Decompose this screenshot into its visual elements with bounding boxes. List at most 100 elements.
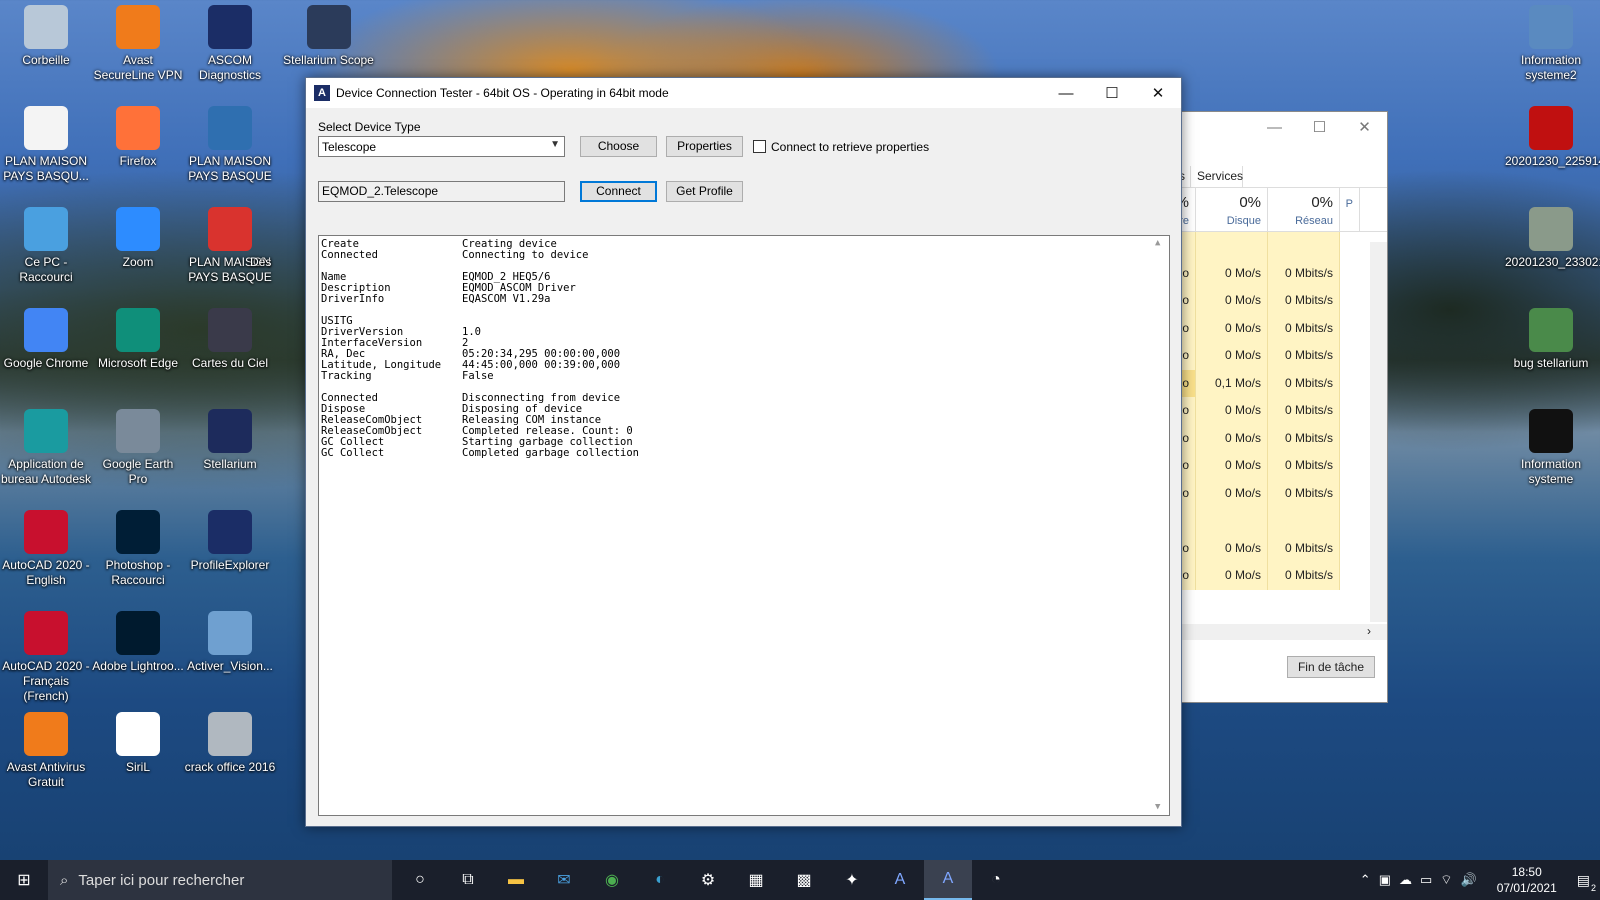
- log-line: InterfaceVersion 2: [321, 338, 1167, 349]
- close-button[interactable]: ✕: [1135, 78, 1181, 108]
- desktop-icon[interactable]: Information systeme: [1505, 409, 1597, 487]
- table-row[interactable]: 0,0 Mo0 Mo/s0 Mbits/s: [1151, 314, 1387, 342]
- wifi-icon[interactable]: ⌔: [1440, 872, 1452, 888]
- log-scrollbar[interactable]: ▲ ▼: [1152, 236, 1169, 815]
- desktop-icon[interactable]: Microsoft Edge: [92, 308, 184, 371]
- taskbar-app-button[interactable]: ⧉: [444, 860, 492, 900]
- table-row[interactable]: 6,5 Mo0 Mo/s0 Mbits/s: [1151, 287, 1387, 315]
- connect-retrieve-checkbox[interactable]: [753, 140, 766, 153]
- device-type-select[interactable]: Telescope ▼: [318, 136, 565, 157]
- maximize-button[interactable]: ☐: [1089, 78, 1135, 108]
- get-profile-button[interactable]: Get Profile: [666, 181, 743, 202]
- desktop-icon[interactable]: Avast Antivirus Gratuit: [0, 712, 92, 790]
- table-row[interactable]: 4,3 Mo0 Mo/s0 Mbits/s: [1151, 397, 1387, 425]
- desktop-icon[interactable]: Adobe Lightroo...: [92, 611, 184, 674]
- clock[interactable]: 18:50 07/01/2021: [1497, 864, 1557, 896]
- chevron-right-icon[interactable]: ›: [1367, 624, 1371, 638]
- taskbar-app-button[interactable]: ○: [396, 860, 444, 900]
- table-row[interactable]: 1,0 Mo0 Mo/s0 Mbits/s: [1151, 259, 1387, 287]
- properties-button[interactable]: Properties: [666, 136, 743, 157]
- choose-button[interactable]: Choose: [580, 136, 657, 157]
- taskbar-app-button[interactable]: ⚙: [684, 860, 732, 900]
- chevron-down-icon[interactable]: ▼: [1155, 802, 1160, 813]
- desktop-icon[interactable]: Firefox: [92, 106, 184, 169]
- driver-id-field[interactable]: EQMOD_2.Telescope: [318, 181, 565, 202]
- desktop-icon[interactable]: Avast SecureLine VPN: [92, 5, 184, 83]
- close-icon[interactable]: ✕: [1342, 118, 1387, 136]
- desktop-icon[interactable]: SiriL: [92, 712, 184, 775]
- table-row[interactable]: 9,4 Mo0 Mo/s0 Mbits/s: [1151, 342, 1387, 370]
- table-row[interactable]: [1151, 232, 1387, 260]
- table-row[interactable]: 7,2 Mo0 Mo/s0 Mbits/s: [1151, 424, 1387, 452]
- desktop-icon[interactable]: crack office 2016: [184, 712, 276, 775]
- onedrive-icon[interactable]: ☁: [1399, 872, 1412, 888]
- chevron-up-icon[interactable]: ⌃: [1360, 872, 1371, 888]
- meet-now-icon[interactable]: ▣: [1379, 872, 1391, 888]
- desktop-icon[interactable]: bug stellarium: [1505, 308, 1597, 371]
- taskbar-app-button[interactable]: A: [876, 860, 924, 900]
- table-row[interactable]: 1,3 Mo0,1 Mo/s0 Mbits/s: [1151, 369, 1387, 397]
- table-cell-net: [1268, 507, 1340, 535]
- log-gap: [321, 261, 1167, 272]
- minimize-button[interactable]: —: [1043, 78, 1089, 108]
- taskbar-search[interactable]: ⌕ Taper ici pour rechercher: [48, 860, 392, 900]
- maximize-icon[interactable]: ☐: [1297, 118, 1342, 136]
- desktop-icon[interactable]: Information systeme2: [1505, 5, 1597, 83]
- desktop-icon[interactable]: Dés: [250, 207, 300, 270]
- desktop-icon[interactable]: Photoshop - Raccourci: [92, 510, 184, 588]
- desktop-icon-label: bug stellarium: [1513, 356, 1589, 370]
- horizontal-scrollbar[interactable]: ›: [1151, 624, 1387, 640]
- taskbar-app-button[interactable]: ▦: [732, 860, 780, 900]
- table-row[interactable]: 0 Mo0 Mo/s0 Mbits/s: [1151, 452, 1387, 480]
- column-name: Réseau: [1295, 215, 1333, 227]
- table-row[interactable]: 0,1 Mo0 Mo/s0 Mbits/s: [1151, 562, 1387, 590]
- log-output[interactable]: Create Creating device Connected Connecting…: [318, 235, 1170, 816]
- chevron-up-icon[interactable]: ▲: [1155, 238, 1160, 249]
- battery-icon[interactable]: ▭: [1420, 872, 1432, 888]
- desktop-icon[interactable]: Cartes du Ciel: [184, 308, 276, 371]
- desktop-icon[interactable]: AutoCAD 2020 - Français (French): [0, 611, 92, 704]
- desktop-icon[interactable]: Stellarium Scope: [276, 5, 381, 68]
- taskbar-app-button[interactable]: ◔: [972, 860, 1020, 900]
- vertical-scrollbar[interactable]: [1370, 242, 1387, 622]
- table-row[interactable]: 7,6 Mo0 Mo/s0 Mbits/s: [1151, 534, 1387, 562]
- desktop-icon[interactable]: 20201230_225914: [1505, 106, 1600, 169]
- desktop-icon[interactable]: Zoom: [92, 207, 184, 270]
- desktop-icon[interactable]: ProfileExplorer: [184, 510, 276, 573]
- taskbar-app-button[interactable]: A: [924, 860, 972, 900]
- column-header[interactable]: 0% Réseau: [1268, 188, 1340, 231]
- volume-icon[interactable]: 🔊: [1461, 872, 1477, 888]
- table-row[interactable]: 7,1 Mo0 Mo/s0 Mbits/s: [1151, 479, 1387, 507]
- desktop-icon[interactable]: 20201230_233021: [1505, 207, 1600, 270]
- desktop-icon[interactable]: Google Earth Pro: [92, 409, 184, 487]
- desktop-icon[interactable]: ASCOM Diagnostics: [184, 5, 276, 83]
- desktop-icon[interactable]: Activer_Vision...: [184, 611, 276, 674]
- desktop-icon[interactable]: Google Chrome: [0, 308, 92, 371]
- desktop-icon[interactable]: PLAN MAISON PAYS BASQUE: [184, 106, 276, 184]
- close-icon: ✕: [1151, 85, 1165, 102]
- start-button[interactable]: ⊞: [0, 860, 48, 900]
- connect-button[interactable]: Connect: [580, 181, 657, 202]
- taskbar-app-button[interactable]: ◐: [636, 860, 684, 900]
- tab-services[interactable]: Services: [1191, 166, 1243, 187]
- table-row[interactable]: [1151, 507, 1387, 535]
- minimize-icon[interactable]: —: [1252, 119, 1297, 136]
- taskbar-app-button[interactable]: ▬: [492, 860, 540, 900]
- column-header[interactable]: 0% Disque: [1196, 188, 1268, 231]
- desktop-icon[interactable]: PLAN MAISON PAYS BASQU...: [0, 106, 92, 184]
- device-connection-tester-window[interactable]: A Device Connection Tester - 64bit OS - …: [305, 77, 1182, 827]
- notification-icon[interactable]: ▤ 2: [1577, 872, 1596, 893]
- taskbar-app-button[interactable]: ◉: [588, 860, 636, 900]
- column-header[interactable]: P: [1340, 188, 1360, 231]
- end-task-button[interactable]: Fin de tâche: [1286, 656, 1375, 678]
- desktop-icon[interactable]: Stellarium: [184, 409, 276, 472]
- desktop-icon[interactable]: Application de bureau Autodesk: [0, 409, 92, 487]
- desktop-icon[interactable]: Corbeille: [0, 5, 92, 68]
- log-line: USITG: [321, 316, 1167, 327]
- desktop-icon[interactable]: AutoCAD 2020 - English: [0, 510, 92, 588]
- task-manager-window[interactable]: — ☐ ✕ étails Services 70%émoire0%Disque0…: [1150, 111, 1388, 703]
- taskbar-app-button[interactable]: ✦: [828, 860, 876, 900]
- taskbar-app-button[interactable]: ✉: [540, 860, 588, 900]
- taskbar-app-button[interactable]: ▩: [780, 860, 828, 900]
- desktop-icon[interactable]: Ce PC - Raccourci: [0, 207, 92, 285]
